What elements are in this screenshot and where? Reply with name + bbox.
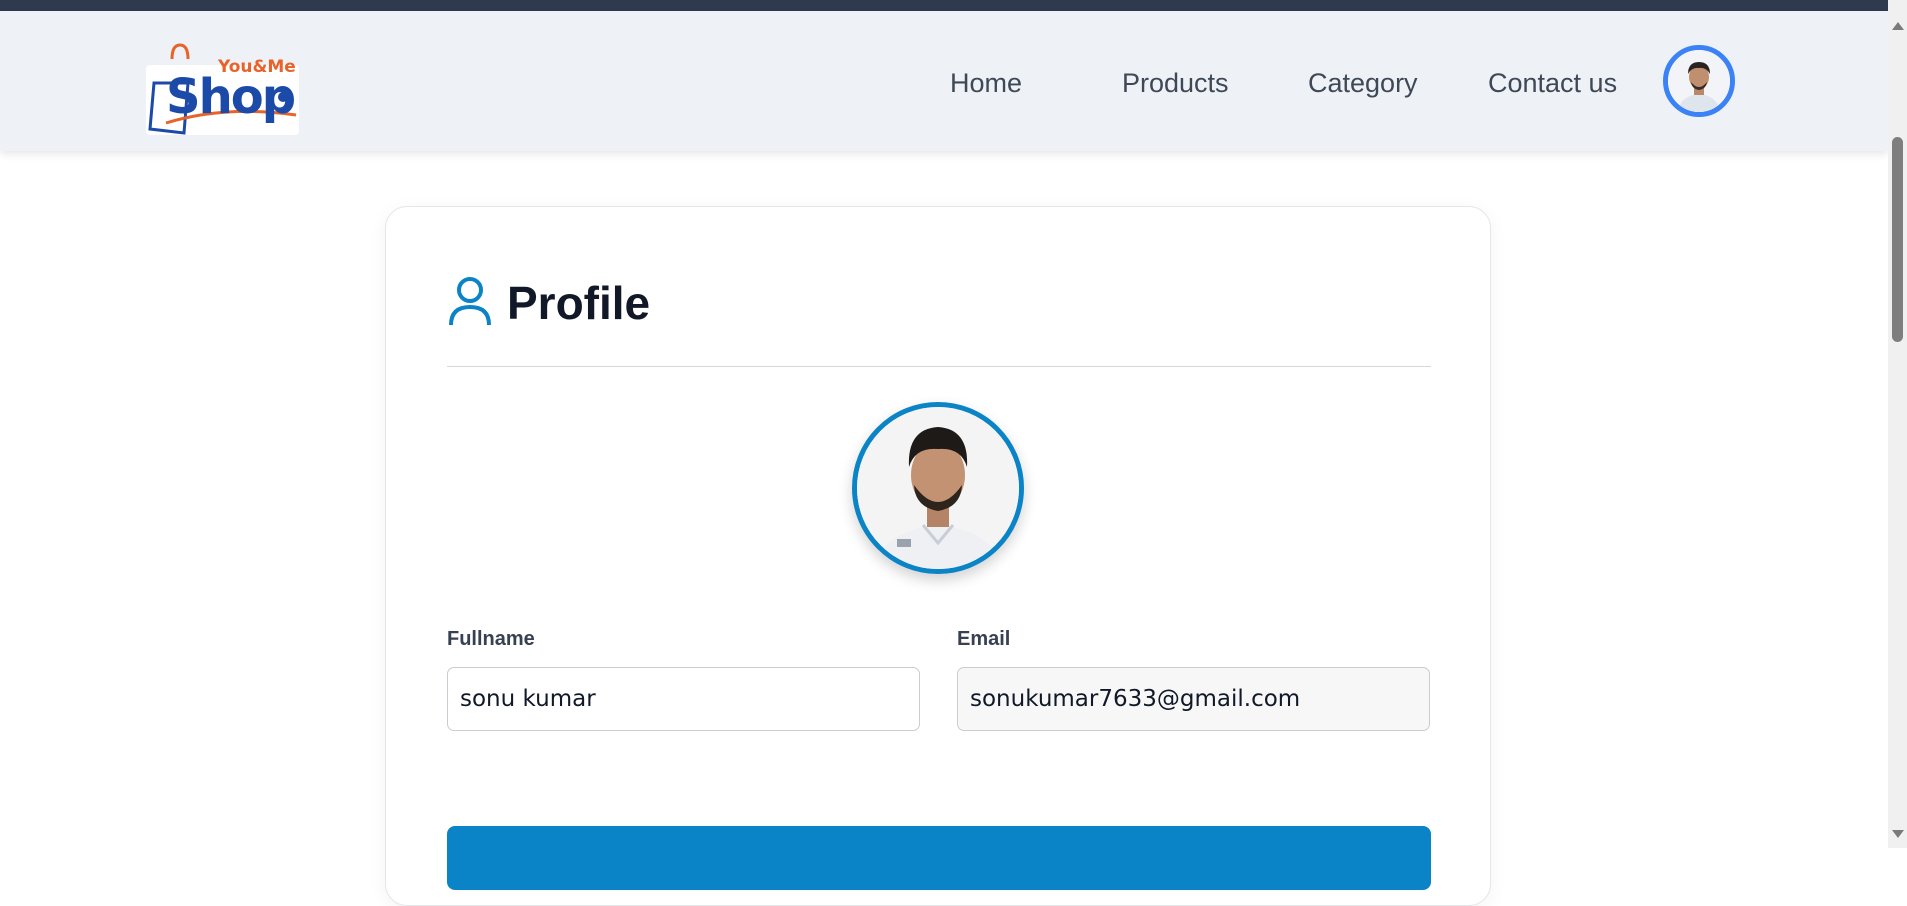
fullname-input[interactable]: [447, 667, 920, 731]
nav-links: Home Products Category Contact us: [0, 11, 1888, 151]
navbar: You&Me Shop Home Products Category Conta…: [0, 11, 1888, 151]
fullname-field: Fullname: [447, 627, 920, 731]
profile-card: Profile Fullname Email: [385, 206, 1491, 906]
email-field: Email: [957, 627, 1430, 731]
page-title: Profile: [507, 277, 651, 329]
fullname-label: Fullname: [447, 628, 535, 650]
header-divider: [447, 366, 1431, 367]
scroll-up-arrow-icon[interactable]: [1892, 22, 1904, 30]
profile-avatar[interactable]: [852, 402, 1024, 574]
user-avatar-button[interactable]: [1663, 45, 1735, 117]
profile-header: Profile: [447, 273, 1047, 333]
page-scrollbar[interactable]: [1888, 0, 1907, 848]
nav-home-link[interactable]: Home: [950, 67, 1022, 99]
nav-category-link[interactable]: Category: [1308, 67, 1418, 99]
user-outline-icon: [449, 277, 491, 326]
user-avatar-icon: [1668, 50, 1730, 112]
window-top-strip: [0, 0, 1888, 11]
scrollbar-thumb[interactable]: [1892, 137, 1903, 342]
nav-contact-link[interactable]: Contact us: [1488, 67, 1617, 99]
email-label: Email: [957, 628, 1011, 650]
scroll-down-arrow-icon[interactable]: [1892, 830, 1904, 838]
email-input[interactable]: [957, 667, 1430, 731]
nav-products-link[interactable]: Products: [1122, 67, 1229, 99]
update-profile-button[interactable]: [447, 826, 1431, 890]
profile-photo-icon: [857, 407, 1019, 569]
